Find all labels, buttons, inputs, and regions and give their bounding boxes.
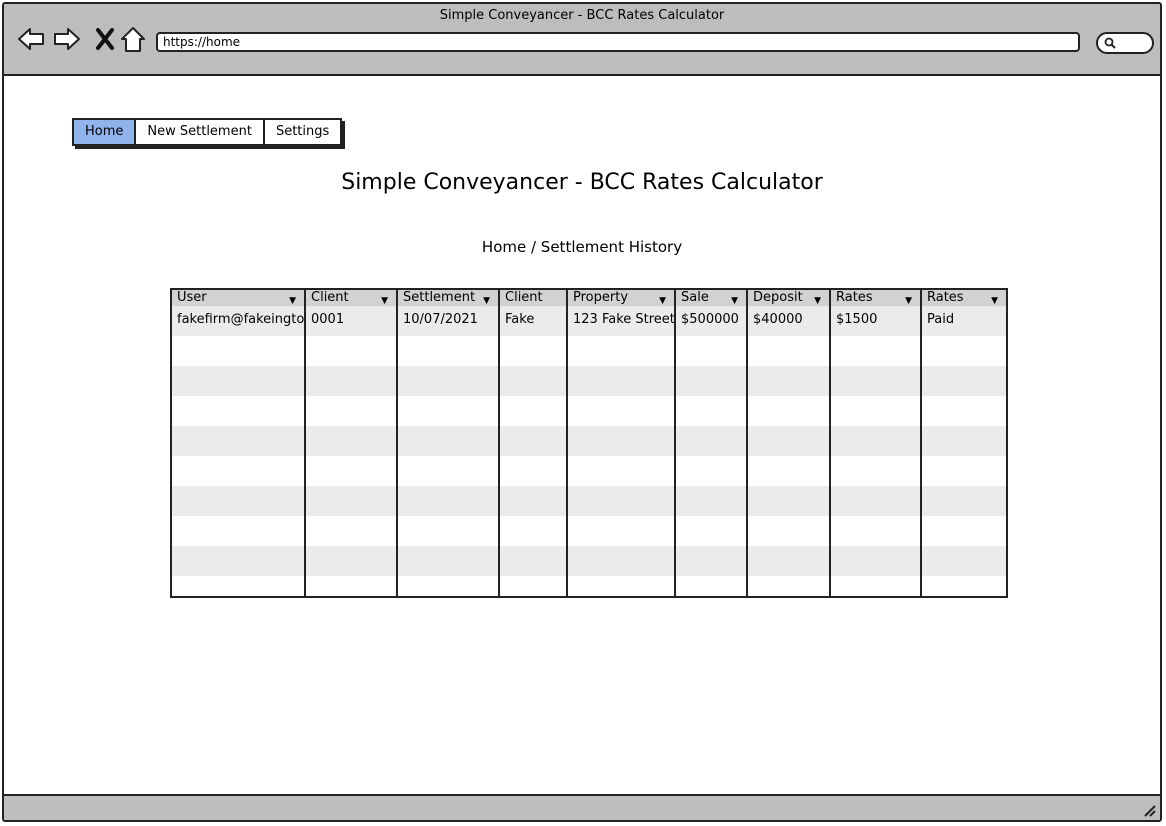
- column-header-label: Property: [573, 290, 629, 305]
- column-header-label: Sale: [681, 290, 709, 305]
- cell-sale: $500000: [681, 312, 739, 327]
- resize-grip-icon[interactable]: [1142, 803, 1156, 817]
- column-header-client-name[interactable]: Client: [500, 290, 564, 306]
- back-icon[interactable]: [16, 24, 46, 54]
- search-icon: [1104, 37, 1116, 49]
- sort-arrow-icon[interactable]: ▼: [289, 293, 296, 309]
- column-header-settlement[interactable]: Settlement ▼: [398, 290, 496, 306]
- column-header-deposit[interactable]: Deposit ▼: [748, 290, 827, 306]
- address-bar[interactable]: https://home: [156, 32, 1080, 52]
- column-header-label: Settlement: [403, 290, 476, 305]
- cell-deposit: $40000: [753, 312, 803, 327]
- sort-arrow-icon[interactable]: ▼: [381, 293, 388, 309]
- cell-user: fakefirm@fakeington.: [177, 312, 304, 327]
- sort-arrow-icon[interactable]: ▼: [905, 293, 912, 309]
- column-header-client-id[interactable]: Client ▼: [306, 290, 394, 306]
- column-header-sale[interactable]: Sale ▼: [676, 290, 744, 306]
- browser-toolbar: Simple Conveyancer - BCC Rates Calculato…: [4, 4, 1160, 76]
- column-header-label: Deposit: [753, 290, 803, 305]
- status-bar: [4, 794, 1160, 820]
- column-header-property[interactable]: Property ▼: [568, 290, 672, 306]
- close-icon[interactable]: [90, 24, 120, 54]
- column-sale: Sale ▼ $500000: [676, 290, 748, 596]
- sort-arrow-icon[interactable]: ▼: [659, 293, 666, 309]
- column-header-label: Client: [505, 290, 543, 305]
- column-rates-status: Rates ▼ Paid: [922, 290, 1006, 596]
- tab-home[interactable]: Home: [74, 120, 137, 144]
- column-header-rates-amount[interactable]: Rates ▼: [831, 290, 918, 306]
- column-header-label: Rates: [927, 290, 964, 305]
- search-field[interactable]: [1096, 32, 1154, 54]
- page-title: Simple Conveyancer - BCC Rates Calculato…: [341, 170, 823, 195]
- sort-arrow-icon[interactable]: ▼: [991, 293, 998, 309]
- column-header-label: User: [177, 290, 207, 305]
- column-header-label: Client: [311, 290, 349, 305]
- tab-new-settlement[interactable]: New Settlement: [136, 120, 265, 144]
- sort-arrow-icon[interactable]: ▼: [814, 293, 821, 309]
- cell-property: 123 Fake Street: [573, 312, 675, 327]
- sort-arrow-icon[interactable]: ▼: [483, 293, 490, 309]
- browser-window: Simple Conveyancer - BCC Rates Calculato…: [2, 2, 1162, 822]
- cell-rates-status: Paid: [927, 312, 955, 327]
- cell-client-name: Fake: [505, 312, 535, 327]
- tab-bar: Home New Settlement Settings: [72, 118, 343, 146]
- cell-client-id: 0001: [311, 312, 345, 327]
- column-user: User ▼ fakefirm@fakeington.: [172, 290, 306, 596]
- column-header-rates-status[interactable]: Rates ▼: [922, 290, 1004, 306]
- column-header-user[interactable]: User ▼: [172, 290, 302, 306]
- sort-arrow-icon[interactable]: ▼: [731, 293, 738, 309]
- home-icon[interactable]: [118, 24, 148, 54]
- breadcrumb: Home / Settlement History: [481, 238, 683, 256]
- window-title: Simple Conveyancer - BCC Rates Calculato…: [439, 8, 725, 23]
- settlement-history-table: User ▼ fakefirm@fakeington. Client ▼ 0001 …: [170, 288, 1008, 598]
- column-property: Property ▼ 123 Fake Street: [568, 290, 676, 596]
- cell-settlement: 10/07/2021: [403, 312, 478, 327]
- column-deposit: Deposit ▼ $40000: [748, 290, 831, 596]
- column-header-label: Rates: [836, 290, 873, 305]
- cell-rates-amount: $1500: [836, 312, 878, 327]
- column-settlement: Settlement ▼ 10/07/2021: [398, 290, 500, 596]
- column-client-id: Client ▼ 0001: [306, 290, 398, 596]
- tab-settings[interactable]: Settings: [265, 120, 340, 144]
- column-rates-amount: Rates ▼ $1500: [831, 290, 922, 596]
- forward-icon[interactable]: [52, 24, 82, 54]
- column-client-name: Client Fake: [500, 290, 568, 596]
